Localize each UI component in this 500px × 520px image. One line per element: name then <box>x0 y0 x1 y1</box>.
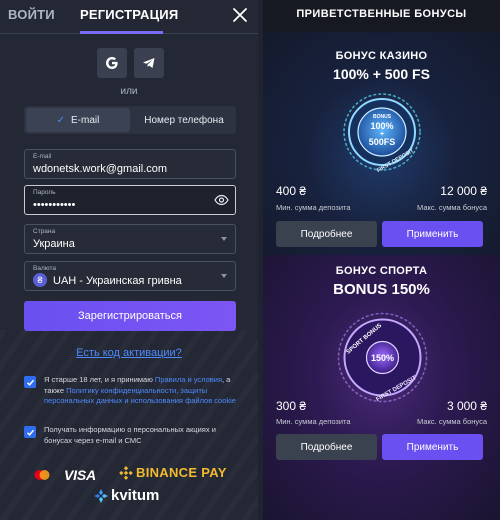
currency-select-label: Валюта <box>33 265 56 272</box>
kvitum-icon <box>94 488 108 503</box>
password-field-label: Пароль <box>33 189 56 196</box>
sport-max-amount: 3 000 ₴ <box>446 399 487 413</box>
binance-pay-text: BINANCE PAY <box>136 465 227 480</box>
activation-code-link[interactable]: Есть код активации? <box>0 347 258 359</box>
sport-min-amount: 300 ₴ <box>276 399 307 413</box>
or-divider: или <box>120 86 138 97</box>
sport-more-button[interactable]: Подробнее <box>276 434 377 460</box>
medal-top-text: BONUS <box>373 114 392 120</box>
checkmark-icon: ✓ <box>56 114 66 126</box>
google-login-button[interactable] <box>97 48 127 78</box>
close-icon[interactable] <box>231 6 249 24</box>
email-field-value: wdonetsk.work@gmail.com <box>33 163 168 175</box>
sport-bonus-medal: SPORT BONUS 150% FIRST DEPOSIT <box>337 312 428 403</box>
checkmark-icon <box>26 379 34 386</box>
google-icon <box>106 57 118 69</box>
casino-bonus-card: БОНУС КАЗИНО 100% + 500 FS BONUS 100% + … <box>263 32 500 255</box>
telegram-icon <box>143 58 155 68</box>
registration-method-toggle: ✓ E-mail Номер телефона <box>24 106 236 134</box>
sport-bonus-title: БОНУС СПОРТА <box>335 265 428 277</box>
tab-register[interactable]: РЕГИСТРАЦИЯ <box>80 7 178 22</box>
email-field-label: E-mail <box>33 153 52 160</box>
binance-pay-logo: BINANCE PAY <box>119 465 227 480</box>
welcome-bonuses-panel: ПРИВЕТСТВЕННЫЕ БОНУСЫ БОНУС КАЗИНО 100% … <box>263 0 500 520</box>
password-field[interactable]: Пароль ••••••••••• <box>24 185 236 215</box>
casino-more-button[interactable]: Подробнее <box>276 221 377 247</box>
currency-select[interactable]: Валюта ₴ UAH - Украинская гривна <box>24 261 236 291</box>
method-email-label: E-mail <box>71 114 100 126</box>
password-field-value: ••••••••••• <box>33 199 76 211</box>
sport-bonus-card: БОНУС СПОРТА BONUS 150% SPORT BONUS 150%… <box>263 255 500 520</box>
email-field[interactable]: E-mail wdonetsk.work@gmail.com <box>24 149 236 179</box>
casino-apply-button[interactable]: Применить <box>382 221 483 247</box>
method-phone-label: Номер телефона <box>144 114 224 126</box>
casino-min-amount: 400 ₴ <box>276 184 307 198</box>
eye-icon[interactable] <box>214 194 229 206</box>
auth-tabs: ВОЙТИ РЕГИСТРАЦИЯ <box>0 0 258 34</box>
marketing-consent-checkbox[interactable] <box>24 426 36 438</box>
register-button[interactable]: Зарегистрироваться <box>24 301 236 331</box>
checkmark-icon <box>26 429 34 436</box>
marketing-consent-text: Получать информацию о персональных акция… <box>44 425 216 445</box>
bonuses-title: ПРИВЕТСТВЕННЫЕ БОНУСЫ <box>296 8 467 20</box>
method-phone-option[interactable]: Номер телефона <box>132 106 236 134</box>
terms-link[interactable]: Правила и условия <box>155 375 222 384</box>
casino-bonus-medal: BONUS 100% + 500FS FIRST DEPOSIT <box>343 93 421 172</box>
currency-select-value: UAH - Украинская гривна <box>53 275 182 287</box>
age-terms-text: Я старше 18 лет, и я принимаю Правила и … <box>44 375 244 407</box>
telegram-login-button[interactable] <box>134 48 164 78</box>
consent-text: Я старше 18 лет, и я принимаю <box>44 375 155 384</box>
registration-panel: ВОЙТИ РЕГИСТРАЦИЯ или ✓ E-mail Номер тел… <box>0 0 258 520</box>
medal-line1: 100% <box>370 121 393 131</box>
kvitum-text: kvitum <box>111 487 160 504</box>
medal-center-text: 150% <box>371 353 394 363</box>
visa-logo: VISA <box>64 467 96 483</box>
sport-min-label: Мин. сумма депозита <box>276 417 351 426</box>
country-select[interactable]: Страна Украина <box>24 224 236 254</box>
payment-methods: VISA BINANCE PAY kvitum <box>0 460 258 520</box>
casino-min-label: Мин. сумма депозита <box>276 203 351 212</box>
active-tab-indicator <box>80 31 163 34</box>
kvitum-logo: kvitum <box>93 487 159 504</box>
chevron-down-icon <box>221 274 227 278</box>
tab-login[interactable]: ВОЙТИ <box>8 7 55 22</box>
sport-max-label: Макс. сумма бонуса <box>417 417 487 426</box>
chevron-down-icon <box>221 237 227 241</box>
method-email-option[interactable]: ✓ E-mail <box>26 108 130 132</box>
casino-bonus-headline: 100% + 500 FS <box>333 66 430 82</box>
hryvnia-icon: ₴ <box>33 273 47 287</box>
country-select-label: Страна <box>33 228 56 235</box>
sport-bonus-headline: BONUS 150% <box>333 281 430 298</box>
country-select-value: Украина <box>33 238 75 250</box>
sport-apply-button[interactable]: Применить <box>382 434 483 460</box>
mastercard-icon <box>34 470 50 480</box>
age-terms-checkbox[interactable] <box>24 376 36 388</box>
medal-line3: 500FS <box>369 137 396 147</box>
casino-max-amount: 12 000 ₴ <box>440 184 487 198</box>
privacy-policy-link[interactable]: Политику конфиденциальности, защиты перс… <box>44 386 236 406</box>
casino-bonus-title: БОНУС КАЗИНО <box>335 50 428 62</box>
casino-max-label: Макс. сумма бонуса <box>417 203 487 212</box>
binance-icon <box>119 465 133 480</box>
